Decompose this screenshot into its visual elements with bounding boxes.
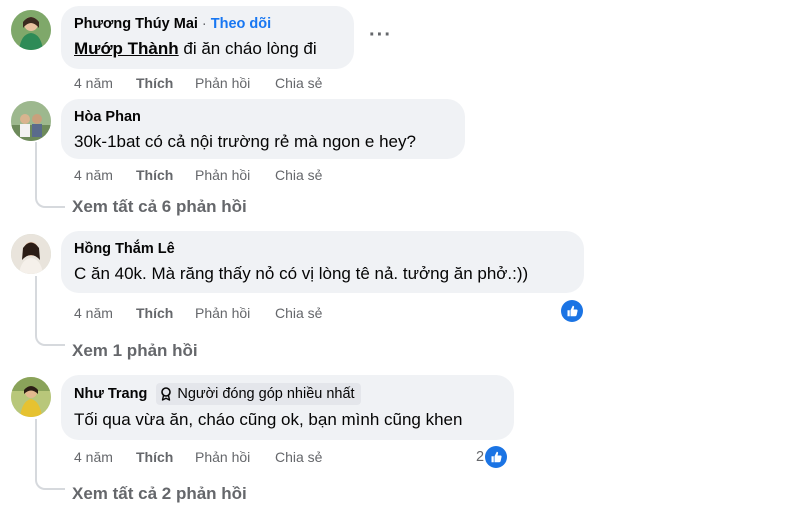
like-icon [485, 446, 508, 468]
reply-button[interactable]: Phản hồi [195, 305, 275, 321]
author-name[interactable]: Hòa Phan [74, 108, 141, 126]
thread-connector [35, 142, 65, 208]
comment-bubble: Hòa Phan 30k-1bat có cả nội trường rẻ mà… [61, 99, 465, 159]
comment-actions: 4 năm Thích Phản hồi Chia sẻ [74, 305, 322, 321]
like-button[interactable]: Thích [136, 305, 195, 321]
badge-label: Người đóng góp nhiều nhất [177, 386, 355, 402]
follow-button[interactable]: Theo dõi [211, 15, 271, 33]
author-name[interactable]: Phương Thúy Mai [74, 15, 198, 33]
comment-bubble: Hồng Thắm Lê C ăn 40k. Mà răng thấy nỏ c… [61, 231, 584, 293]
avatar[interactable] [11, 377, 51, 417]
avatar[interactable] [11, 234, 51, 274]
share-button[interactable]: Chia sẻ [275, 305, 322, 321]
reply-button[interactable]: Phản hồi [195, 167, 275, 183]
comment-body: Tối qua vừa ăn, cháo cũng ok, bạn mình c… [74, 410, 463, 429]
mention-link[interactable]: Mướp Thành [74, 39, 179, 58]
avatar[interactable] [11, 10, 51, 50]
comment-body: đi ăn cháo lòng đi [183, 39, 317, 58]
avatar-image [11, 234, 51, 274]
reply-button[interactable]: Phản hồi [195, 75, 275, 91]
reaction-summary[interactable] [561, 300, 583, 322]
share-button[interactable]: Chia sẻ [275, 75, 322, 91]
author-name[interactable]: Như Trang [74, 385, 147, 403]
avatar[interactable] [11, 101, 51, 141]
comment-bubble: Như Trang Người đóng góp nhiều nhất Tối … [61, 375, 514, 440]
like-button[interactable]: Thích [136, 75, 195, 91]
avatar-image [11, 10, 51, 50]
like-button[interactable]: Thích [136, 449, 195, 465]
top-contributor-badge[interactable]: Người đóng góp nhiều nhất [156, 383, 361, 405]
top-contributor-icon [161, 387, 172, 401]
comment-body: 30k-1bat có cả nội trường rẻ mà ngon e h… [74, 132, 416, 151]
reaction-summary[interactable]: 2 [476, 446, 508, 468]
share-button[interactable]: Chia sẻ [275, 449, 322, 465]
timestamp[interactable]: 4 năm [74, 449, 136, 465]
avatar-image [11, 101, 51, 141]
timestamp[interactable]: 4 năm [74, 305, 136, 321]
comment-actions: 4 năm Thích Phản hồi Chia sẻ [74, 449, 322, 465]
thread-connector [35, 419, 65, 490]
more-options-icon[interactable]: ··· [369, 25, 392, 45]
reply-button[interactable]: Phản hồi [195, 449, 275, 465]
reaction-count: 2 [476, 449, 485, 465]
comment-actions: 4 năm Thích Phản hồi Chia sẻ [74, 167, 322, 183]
like-button[interactable]: Thích [136, 167, 195, 183]
like-icon [561, 300, 583, 322]
timestamp[interactable]: 4 năm [74, 167, 136, 183]
comment-body: C ăn 40k. Mà răng thấy nỏ có vị lòng tê … [74, 264, 529, 283]
avatar-image [11, 377, 51, 417]
comment-actions: 4 năm Thích Phản hồi Chia sẻ [74, 75, 322, 91]
author-name[interactable]: Hồng Thắm Lê [74, 240, 175, 258]
thread-connector [35, 276, 65, 346]
share-button[interactable]: Chia sẻ [275, 167, 322, 183]
separator-dot: · [201, 16, 207, 32]
comment-bubble: Phương Thúy Mai · Theo dõi Mướp Thành đi… [61, 6, 354, 69]
view-replies-link[interactable]: Xem 1 phản hồi [72, 341, 198, 361]
comment-text: Mướp Thành đi ăn cháo lòng đi [74, 38, 341, 60]
timestamp[interactable]: 4 năm [74, 75, 136, 91]
view-replies-link[interactable]: Xem tất cả 2 phản hồi [72, 484, 247, 504]
view-replies-link[interactable]: Xem tất cả 6 phản hồi [72, 197, 247, 217]
